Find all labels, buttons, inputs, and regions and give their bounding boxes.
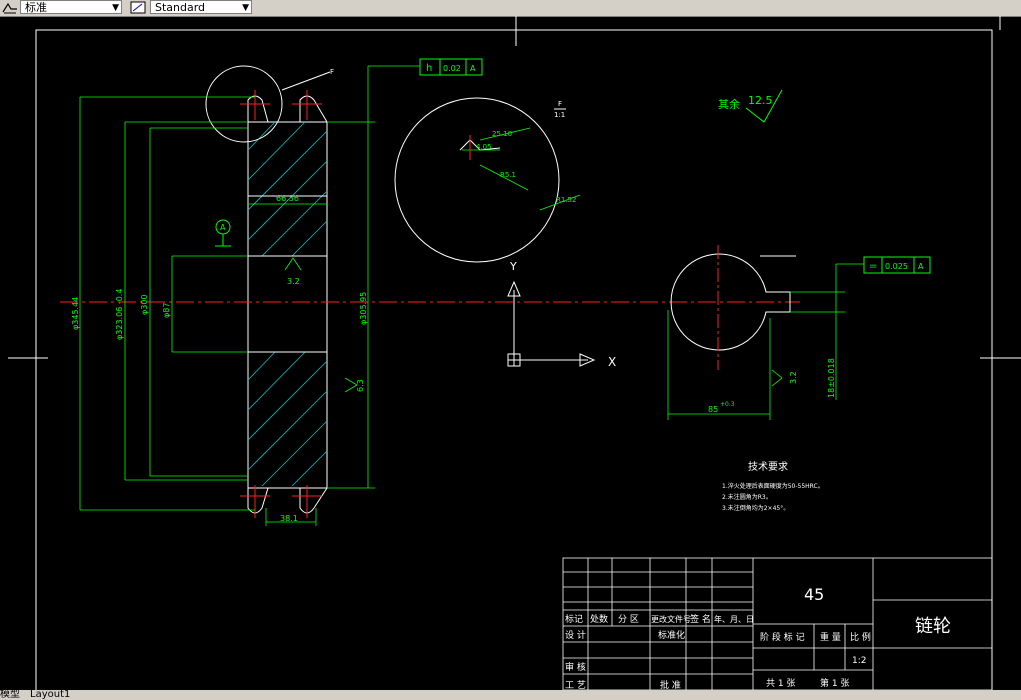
dim-right-diameter: φ305.95 <box>359 292 368 325</box>
tb-row-design: 设 计 <box>565 629 586 641</box>
datum-label: A <box>220 223 226 232</box>
gtol-right-value: 0.025 <box>885 262 908 271</box>
dim-key-width: 18±0.018 <box>827 358 836 398</box>
section-view: F <box>205 65 334 518</box>
layout-tabs: 模型 Layout1 <box>0 690 1021 700</box>
ucs-icon <box>507 280 596 367</box>
tb-row-std: 标准化 <box>658 629 685 641</box>
tb-header-0: 标记 <box>565 613 583 625</box>
rough-side-value: 6.3 <box>356 379 365 392</box>
axis-x-label: X <box>608 355 616 369</box>
detail-callout-label: F <box>330 68 334 76</box>
tech-req-1: 1.淬火处理后表面硬度为50-55HRC。 <box>722 482 824 490</box>
tb-stage-header: 阶 段 标 记 <box>760 631 805 643</box>
material-label: 45 <box>804 585 824 604</box>
roughness-rest-value: 12.5 <box>748 94 773 107</box>
dim-outer-diameter: φ345.44 <box>71 297 80 330</box>
dim-key-rough: 3.2 <box>789 371 798 384</box>
tb-row-process: 工 艺 <box>565 680 586 690</box>
gtol-top-symbol: h <box>426 63 432 74</box>
dim-root-diameter: φ300 <box>140 294 149 315</box>
detail-dim-2: 4.05 <box>476 143 492 151</box>
tb-sheets-num: 第 1 张 <box>820 677 849 689</box>
tech-req-title: 技术要求 <box>748 460 788 473</box>
tb-row-approve: 批 准 <box>660 679 681 690</box>
gtol-top-ref: A <box>470 64 476 73</box>
detail-view-f <box>394 97 581 263</box>
detail-dim-1: 25.10 <box>492 130 512 138</box>
drawing-canvas[interactable]: F φ345.44 φ323.06 -0.4 φ300 φ87 φ305.95 … <box>0 0 1021 690</box>
dim-key-tol: +0.3 <box>720 401 735 408</box>
tb-header-1: 处数 <box>590 613 608 625</box>
tb-weight-header: 重 量 <box>820 631 841 643</box>
tb-header-2: 分 区 <box>618 614 639 625</box>
roughness-rest-label: 其余 <box>718 97 740 111</box>
gtol-right-symbol: = <box>869 261 877 272</box>
tb-header-5: 年、月、日 <box>714 614 754 624</box>
tab-model[interactable]: 模型 <box>0 690 20 700</box>
tb-scale-value: 1:2 <box>852 656 866 666</box>
detail-dim-4: R1.52 <box>556 196 576 204</box>
hub-end-view <box>670 245 796 370</box>
gtol-top-value: 0.02 <box>443 64 461 73</box>
dim-pitch-diameter: φ323.06 -0.4 <box>115 289 124 340</box>
dim-bore-diameter: φ87 <box>162 303 171 318</box>
tech-req-2: 2.未注圆角为R3。 <box>722 493 772 501</box>
axis-y-label: Y <box>509 260 517 273</box>
tb-header-4: 签 名 <box>690 613 711 625</box>
dim-key-depth: 85 <box>708 405 718 414</box>
tab-layout1[interactable]: Layout1 <box>30 690 70 700</box>
detail-dim-3: R5.1 <box>500 171 516 179</box>
part-name-label: 链轮 <box>915 616 951 637</box>
dim-width-bottom: 38.1 <box>280 514 298 523</box>
tb-scale-header: 比 例 <box>850 631 871 643</box>
section-dimensions <box>79 65 420 526</box>
detail-view-label: F <box>558 100 562 108</box>
rough-hub-value: 3.2 <box>287 277 300 286</box>
tb-row-check: 审 核 <box>565 661 586 673</box>
tech-req-3: 3.未注倒角均为2×45°。 <box>722 504 789 512</box>
gtol-right-ref: A <box>918 262 924 271</box>
dim-width-top: 66.36 <box>276 194 299 203</box>
detail-view-scale: 1:1 <box>554 111 565 119</box>
tb-sheets-total: 共 1 张 <box>766 678 795 689</box>
tb-header-3: 更改文件号 <box>651 614 691 624</box>
